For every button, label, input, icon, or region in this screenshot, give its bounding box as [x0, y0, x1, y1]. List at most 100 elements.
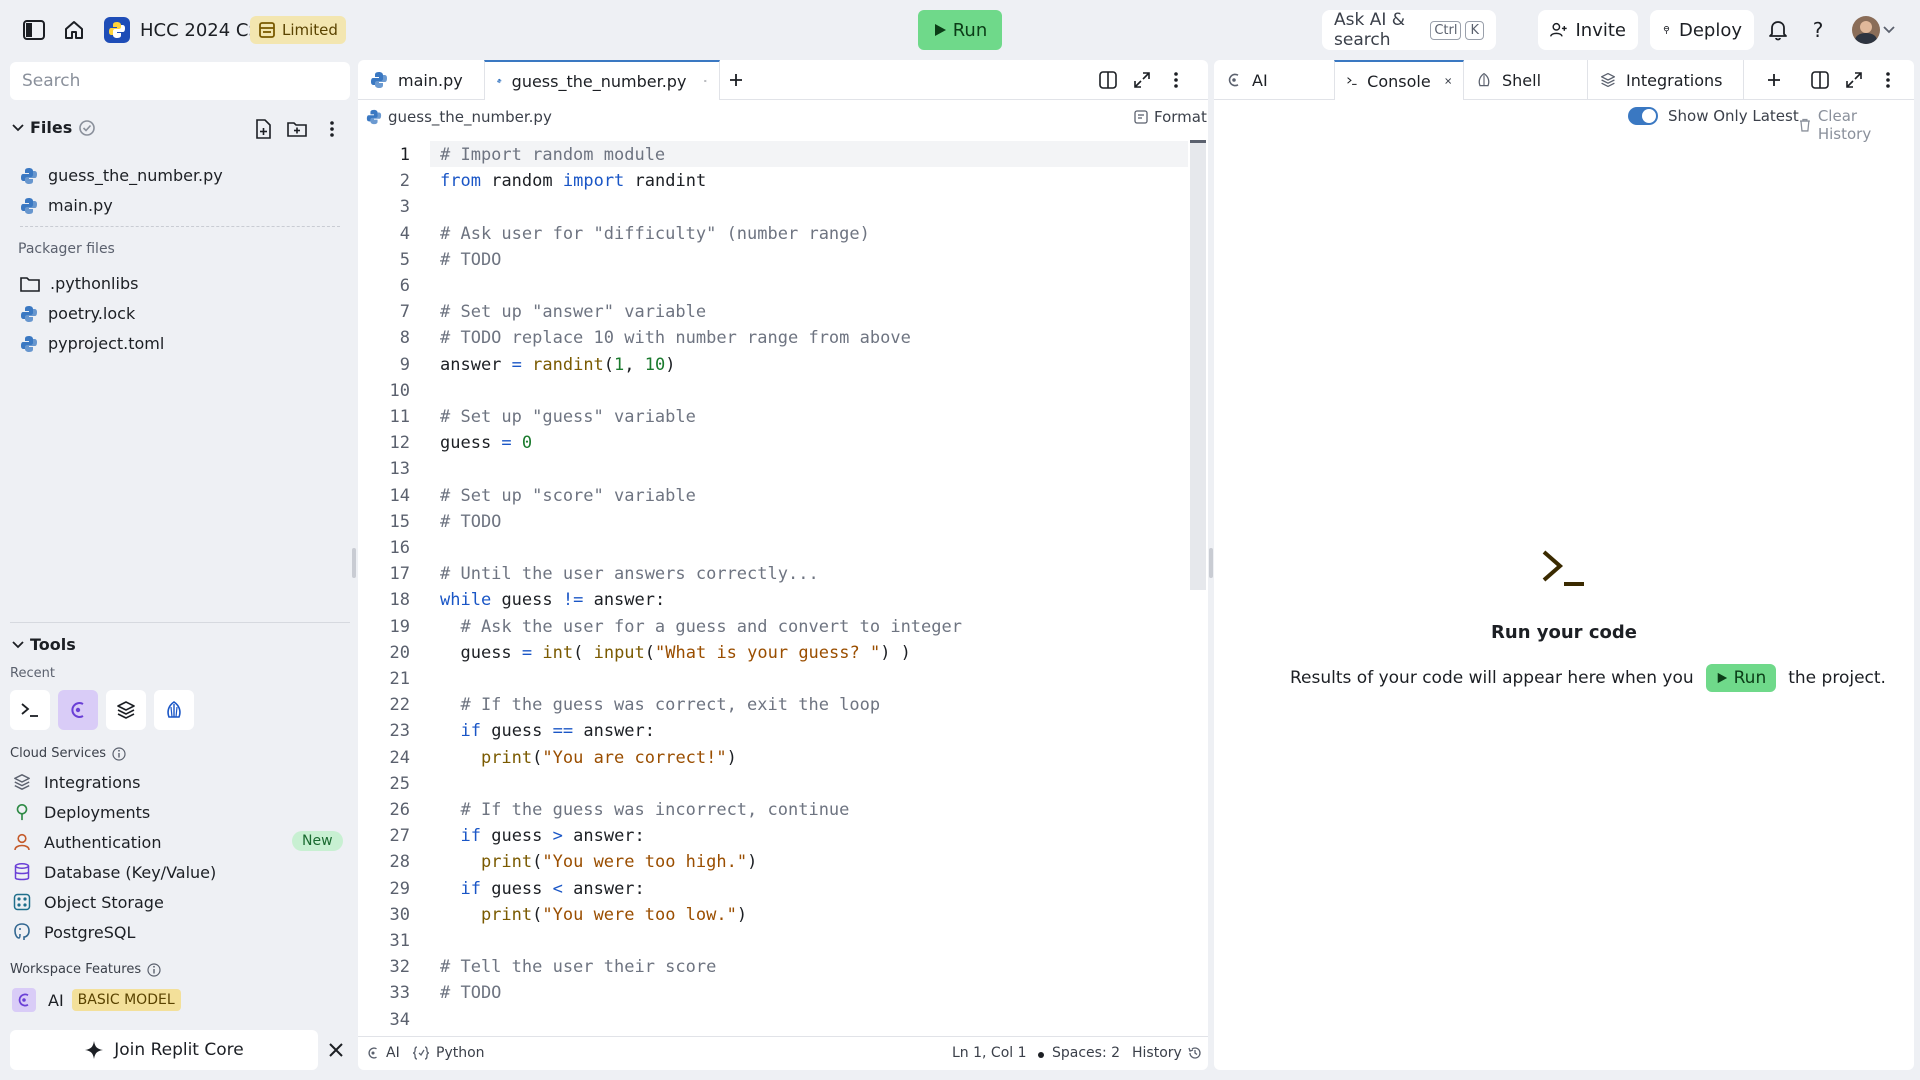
files-more-icon[interactable]	[322, 118, 342, 140]
status-ai[interactable]: AI	[366, 1045, 400, 1061]
sidebar-toggle-icon[interactable]	[22, 18, 46, 42]
console-more-icon[interactable]	[1876, 68, 1900, 92]
code-line[interactable]: 16	[360, 535, 1190, 561]
code-line[interactable]: 30 print("You were too low.")	[360, 902, 1190, 928]
history-button[interactable]: History	[1132, 1045, 1202, 1061]
code-line[interactable]: 34	[360, 1007, 1190, 1033]
tab-console[interactable]: Console	[1334, 60, 1464, 100]
tool-item-ai[interactable]: AI BASIC MODEL	[12, 988, 181, 1012]
deploy-button[interactable]: Deploy	[1650, 10, 1754, 50]
code-line[interactable]: 18 while guess != answer:	[360, 587, 1190, 613]
tool-item-deployments[interactable]: Deployments	[12, 802, 150, 822]
code-line[interactable]: 20 guess = int( input("What is your gues…	[360, 640, 1190, 666]
new-file-icon[interactable]	[252, 118, 274, 140]
invite-button[interactable]: Invite	[1538, 10, 1638, 50]
code-line[interactable]: 29 if guess < answer:	[360, 876, 1190, 902]
code-line[interactable]: 10	[360, 378, 1190, 404]
recent-console-button[interactable]	[10, 690, 50, 730]
show-only-latest-toggle[interactable]: Show Only Latest	[1628, 107, 1799, 125]
code-line[interactable]: 1 # Import random module	[360, 142, 1190, 168]
search-input[interactable]: Search	[10, 62, 350, 100]
code-line[interactable]: 6	[360, 273, 1190, 299]
file-item-main[interactable]: main.py	[20, 196, 113, 215]
code-line[interactable]: 19 # Ask the user for a guess and conver…	[360, 614, 1190, 640]
code-line[interactable]: 2 from random import randint	[360, 168, 1190, 194]
close-icon[interactable]	[704, 76, 707, 86]
code-line[interactable]: 12 guess = 0	[360, 430, 1190, 456]
code-line[interactable]: 24 print("You are correct!")	[360, 745, 1190, 771]
clear-history-button[interactable]: Clear History	[1798, 107, 1914, 143]
status-language[interactable]: Python	[412, 1045, 485, 1061]
bell-icon[interactable]	[1766, 18, 1790, 42]
scrollbar[interactable]	[1190, 140, 1206, 590]
avatar[interactable]	[1852, 16, 1880, 44]
tool-item-integrations[interactable]: Integrations	[12, 772, 141, 792]
code-line[interactable]: 31	[360, 928, 1190, 954]
tool-item-postgresql[interactable]: PostgreSQL	[12, 922, 135, 942]
code-line[interactable]: 3	[360, 194, 1190, 220]
code-line[interactable]: 4 # Ask user for "difficulty" (number ran…	[360, 221, 1190, 247]
tool-item-object-storage[interactable]: Object Storage	[12, 892, 164, 912]
chevron-down-icon[interactable]	[1882, 20, 1896, 40]
code-line[interactable]: 5 # TODO	[360, 247, 1190, 273]
code-line[interactable]: 33 # TODO	[360, 980, 1190, 1006]
inline-run-button[interactable]: Run	[1705, 664, 1777, 692]
code-line[interactable]: 25	[360, 771, 1190, 797]
file-item-poetry-lock[interactable]: poetry.lock	[20, 304, 135, 323]
tab-main-py[interactable]: main.py	[358, 60, 484, 100]
spaces-setting[interactable]: Spaces: 2	[1052, 1045, 1120, 1061]
code-line[interactable]: 17 # Until the user answers correctly...	[360, 561, 1190, 587]
close-icon[interactable]	[1444, 76, 1451, 86]
help-icon[interactable]: ?	[1806, 18, 1830, 42]
file-item-guess-the-number[interactable]: guess_the_number.py	[20, 166, 223, 185]
code-line[interactable]: 22 # If the guess was correct, exit the …	[360, 692, 1190, 718]
file-item-pyproject[interactable]: pyproject.toml	[20, 334, 164, 353]
tab-guess-the-number-py[interactable]: guess_the_number.py	[484, 60, 720, 100]
code-line[interactable]: 11 # Set up "guess" variable	[360, 404, 1190, 430]
tool-item-database[interactable]: Database (Key/Value)	[12, 862, 216, 882]
files-section-header[interactable]: Files	[12, 118, 96, 137]
file-item-pythonlibs[interactable]: .pythonlibs	[20, 274, 138, 293]
code-line[interactable]: 32 # Tell the user their score	[360, 954, 1190, 980]
maximize-icon[interactable]	[1842, 68, 1866, 92]
code-line[interactable]: 23 if guess == answer:	[360, 718, 1190, 744]
tab-shell[interactable]: Shell	[1464, 60, 1588, 100]
new-folder-icon[interactable]	[286, 118, 308, 140]
code-line[interactable]: 28 print("You were too high.")	[360, 849, 1190, 875]
code-editor[interactable]: 1 # Import random module 2 from random impo…	[360, 140, 1190, 1036]
maximize-icon[interactable]	[1130, 68, 1154, 92]
code-line[interactable]: 13	[360, 456, 1190, 482]
recent-shell-button[interactable]	[154, 690, 194, 730]
code-line[interactable]: 27 if guess > answer:	[360, 823, 1190, 849]
join-replit-core-button[interactable]: Join Replit Core	[10, 1030, 318, 1070]
code-line[interactable]: 8 # TODO replace 10 with number range fro…	[360, 325, 1190, 351]
home-icon[interactable]	[62, 18, 86, 42]
tool-item-authentication[interactable]: Authentication	[12, 832, 161, 852]
tools-section-header[interactable]: Tools	[12, 635, 76, 654]
ask-ai-search[interactable]: Ask AI & search Ctrl K	[1322, 10, 1496, 50]
breadcrumb[interactable]: guess_the_number.py	[366, 108, 552, 126]
tab-integrations[interactable]: Integrations	[1588, 60, 1744, 100]
code-line[interactable]: 21	[360, 666, 1190, 692]
close-icon[interactable]	[324, 1038, 348, 1062]
panel-resize-handle[interactable]	[1209, 548, 1213, 578]
limited-badge[interactable]: Limited	[250, 16, 346, 44]
code-line[interactable]: 7 # Set up "answer" variable	[360, 299, 1190, 325]
recent-integrations-button[interactable]	[106, 690, 146, 730]
sidebar-resize-handle[interactable]	[352, 548, 356, 578]
code-line[interactable]: 26 # If the guess was incorrect, continu…	[360, 797, 1190, 823]
editor-more-icon[interactable]	[1164, 68, 1188, 92]
cursor-position[interactable]: Ln 1, Col 1	[952, 1045, 1027, 1061]
toggle-switch[interactable]	[1628, 107, 1658, 125]
recent-ai-button[interactable]	[58, 690, 98, 730]
split-pane-icon[interactable]	[1096, 68, 1120, 92]
tab-ai[interactable]: AI	[1214, 60, 1334, 100]
run-button[interactable]: Run	[918, 10, 1002, 50]
project-switcher[interactable]: HCC 2024 CS	[104, 17, 260, 43]
code-line[interactable]: 9 answer = randint(1, 10)	[360, 352, 1190, 378]
add-tab-icon[interactable]	[1762, 68, 1786, 92]
code-line[interactable]: 15 # TODO	[360, 509, 1190, 535]
code-line[interactable]: 14 # Set up "score" variable	[360, 483, 1190, 509]
format-button[interactable]: Format	[1134, 108, 1207, 126]
add-tab-icon[interactable]	[724, 68, 748, 92]
